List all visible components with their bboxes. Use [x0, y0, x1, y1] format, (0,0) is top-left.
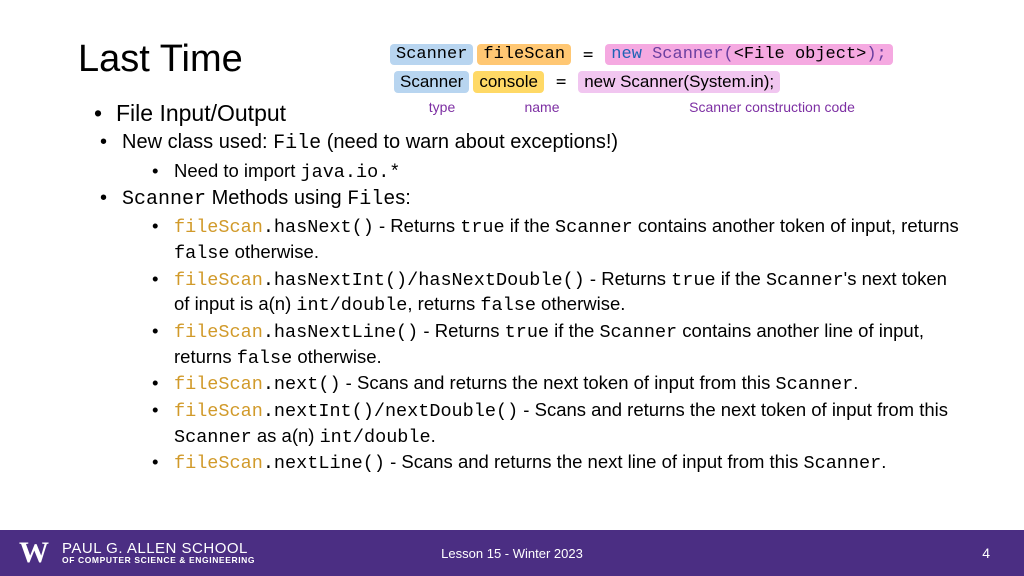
type-token: Scanner [390, 44, 473, 65]
code-row-2: Scanner console = new Scanner(System.in)… [392, 71, 922, 93]
method-nextline: fileScan.nextLine() - Scans and returns … [174, 450, 964, 476]
school-name-bottom: OF COMPUTER SCIENCE & ENGINEERING [62, 556, 255, 565]
content-body: File Input/Output New class used: File (… [78, 99, 964, 476]
method-hasnext: fileScan.hasNext() - Returns true if the… [174, 214, 964, 265]
bullet-new-class: New class used: File (need to warn about… [122, 130, 964, 184]
school-name: PAUL G. ALLEN SCHOOL OF COMPUTER SCIENCE… [62, 541, 255, 566]
bullet-file-io: File Input/Output [116, 99, 964, 128]
name-token-2: console [473, 71, 544, 93]
code-row-1: Scanner fileScan = new Scanner(<File obj… [388, 44, 922, 65]
footer-lesson: Lesson 15 - Winter 2023 [441, 546, 583, 561]
equals-token: = [575, 45, 601, 65]
ctor-token-2: new Scanner(System.in); [578, 71, 780, 93]
method-nextint: fileScan.nextInt()/nextDouble() - Scans … [174, 398, 964, 449]
method-next: fileScan.next() - Scans and returns the … [174, 371, 964, 397]
bullet-scanner-methods: Scanner Methods using Files: fileScan.ha… [122, 186, 964, 476]
equals-token-2: = [548, 72, 574, 92]
ctor-token: new Scanner(<File object>); [605, 44, 892, 65]
uw-logo-icon: W [14, 530, 54, 576]
footer-bar: W PAUL G. ALLEN SCHOOL OF COMPUTER SCIEN… [0, 530, 1024, 576]
name-token: fileScan [477, 44, 571, 65]
school-name-top: PAUL G. ALLEN SCHOOL [62, 541, 255, 557]
method-hasnextint: fileScan.hasNextInt()/hasNextDouble() - … [174, 267, 964, 318]
page-number: 4 [982, 545, 990, 561]
method-hasnextline: fileScan.hasNextLine() - Returns true if… [174, 319, 964, 370]
type-token-2: Scanner [394, 71, 469, 93]
slide: Last Time Scanner fileScan = new Scanner… [0, 0, 1024, 576]
bullet-import: Need to import java.io.* [174, 159, 964, 185]
